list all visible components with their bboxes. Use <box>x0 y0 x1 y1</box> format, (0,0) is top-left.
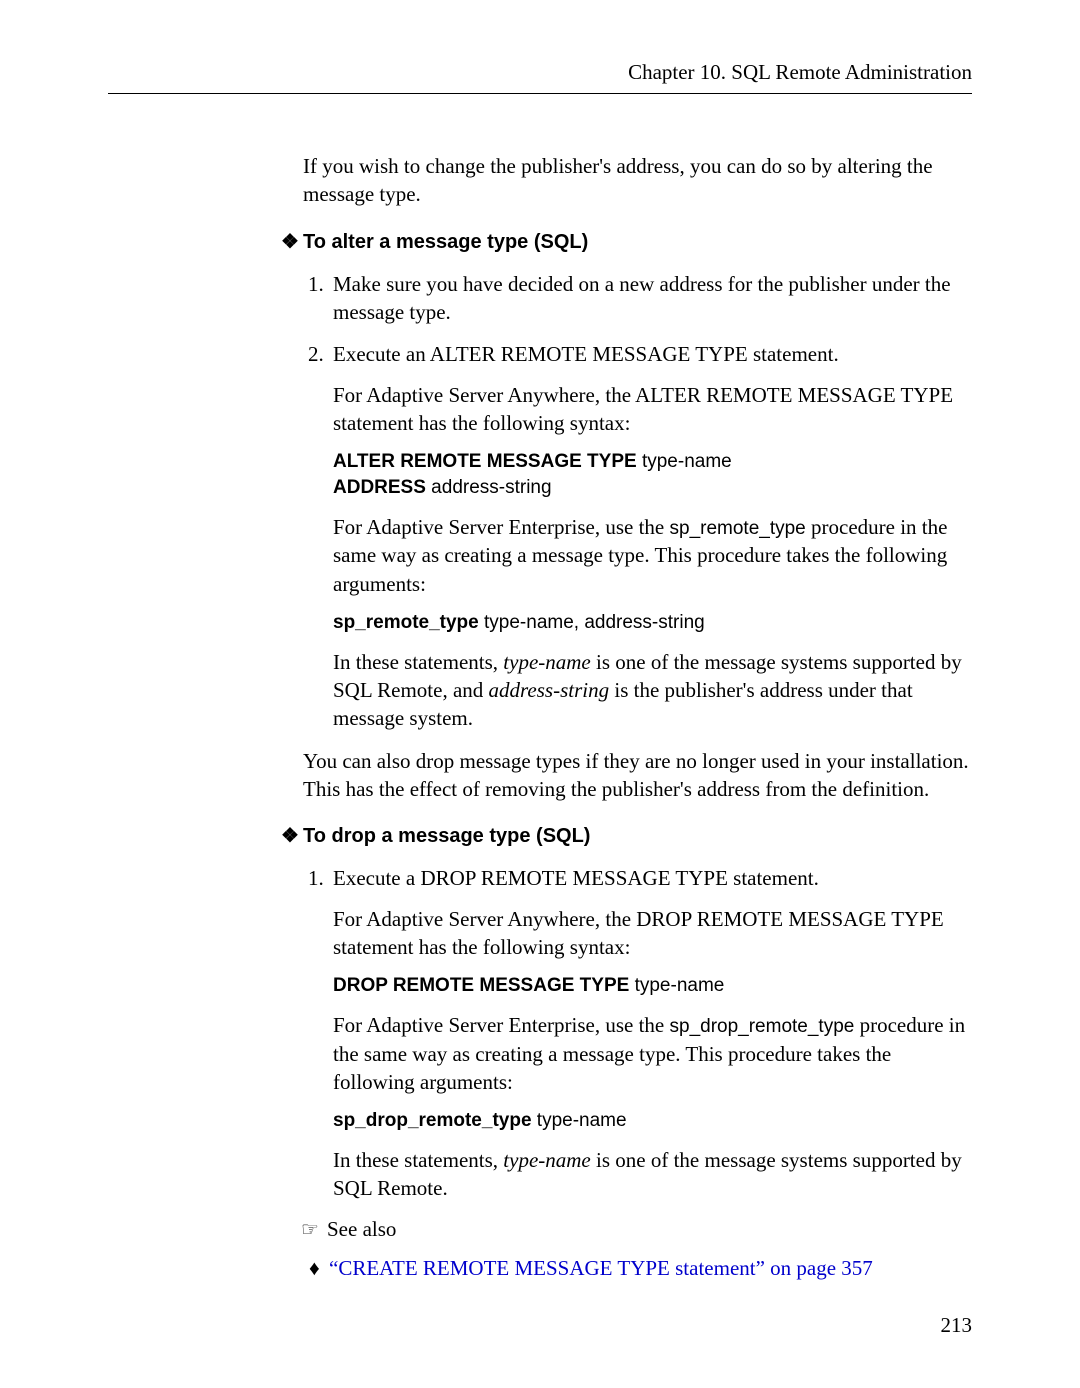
inline-code: sp_drop_remote_type <box>670 1016 855 1037</box>
section-title: To drop a message type (SQL) <box>303 825 590 847</box>
step-sub-paragraph: In these statements, type-name is one of… <box>333 648 972 733</box>
intro-paragraph: If you wish to change the publisher's ad… <box>303 152 972 209</box>
list-item: Execute an ALTER REMOTE MESSAGE TYPE sta… <box>329 340 972 732</box>
page-number: 213 <box>941 1313 973 1338</box>
code-arg: type-name, address-string <box>479 612 705 633</box>
code-arg: type-name <box>532 1110 627 1131</box>
text-fragment: For Adaptive Server Enterprise, use the <box>333 1013 670 1037</box>
code-arg: type-name <box>637 451 732 472</box>
text-fragment: In these statements, <box>333 650 503 674</box>
step-sub-paragraph: For Adaptive Server Enterprise, use the … <box>333 1011 972 1096</box>
italic-term: type-name <box>503 1148 590 1172</box>
see-also-row: ☞See also <box>301 1217 972 1242</box>
code-arg: address-string <box>426 477 552 498</box>
step-text: Execute an ALTER REMOTE MESSAGE TYPE sta… <box>333 342 839 366</box>
cross-reference-link[interactable]: “CREATE REMOTE MESSAGE TYPE statement” o… <box>329 1256 873 1280</box>
code-keyword: sp_drop_remote_type <box>333 1110 532 1131</box>
italic-term: type-name <box>503 650 590 674</box>
code-block: DROP REMOTE MESSAGE TYPE type-name <box>333 973 972 999</box>
code-keyword: sp_remote_type <box>333 612 479 633</box>
section-heading-drop: ❖To drop a message type (SQL) <box>281 823 972 848</box>
code-line: ALTER REMOTE MESSAGE TYPE type-name <box>333 449 972 475</box>
inline-code: sp_remote_type <box>670 518 806 539</box>
page-content: If you wish to change the publisher's ad… <box>303 152 972 1281</box>
alter-steps-list: Make sure you have decided on a new addr… <box>329 270 972 733</box>
point-hand-icon: ☞ <box>301 1217 327 1242</box>
section-heading-alter: ❖To alter a message type (SQL) <box>281 229 972 254</box>
bullet-icon: ♦ <box>309 1256 329 1281</box>
mid-paragraph: You can also drop message types if they … <box>303 747 972 804</box>
code-keyword: ADDRESS <box>333 477 426 498</box>
list-item: Make sure you have decided on a new addr… <box>329 270 972 327</box>
text-fragment: For Adaptive Server Enterprise, use the <box>333 515 670 539</box>
step-sub-paragraph: In these statements, type-name is one of… <box>333 1146 972 1203</box>
list-item: Execute a DROP REMOTE MESSAGE TYPE state… <box>329 864 972 1202</box>
see-also-label: See also <box>327 1217 396 1241</box>
code-block: sp_drop_remote_type type-name <box>333 1108 972 1134</box>
italic-term: address-string <box>489 678 610 702</box>
section-title: To alter a message type (SQL) <box>303 231 588 253</box>
code-arg: type-name <box>629 975 724 996</box>
step-text: Execute a DROP REMOTE MESSAGE TYPE state… <box>333 866 819 890</box>
step-text: Make sure you have decided on a new addr… <box>333 272 951 324</box>
step-sub-paragraph: For Adaptive Server Anywhere, the DROP R… <box>333 905 972 962</box>
step-sub-paragraph: For Adaptive Server Enterprise, use the … <box>333 513 972 598</box>
code-keyword: ALTER REMOTE MESSAGE TYPE <box>333 451 637 472</box>
diamond-icon: ❖ <box>281 823 303 848</box>
code-keyword: DROP REMOTE MESSAGE TYPE <box>333 975 629 996</box>
step-sub-paragraph: For Adaptive Server Anywhere, the ALTER … <box>333 381 972 438</box>
page-header: Chapter 10. SQL Remote Administration <box>108 60 972 94</box>
code-block: ALTER REMOTE MESSAGE TYPE type-name ADDR… <box>333 449 972 500</box>
diamond-icon: ❖ <box>281 229 303 254</box>
text-fragment: In these statements, <box>333 1148 503 1172</box>
code-line: ADDRESS address-string <box>333 475 972 501</box>
link-row: ♦“CREATE REMOTE MESSAGE TYPE statement” … <box>309 1256 972 1281</box>
code-block: sp_remote_type type-name, address-string <box>333 610 972 636</box>
drop-steps-list: Execute a DROP REMOTE MESSAGE TYPE state… <box>329 864 972 1202</box>
